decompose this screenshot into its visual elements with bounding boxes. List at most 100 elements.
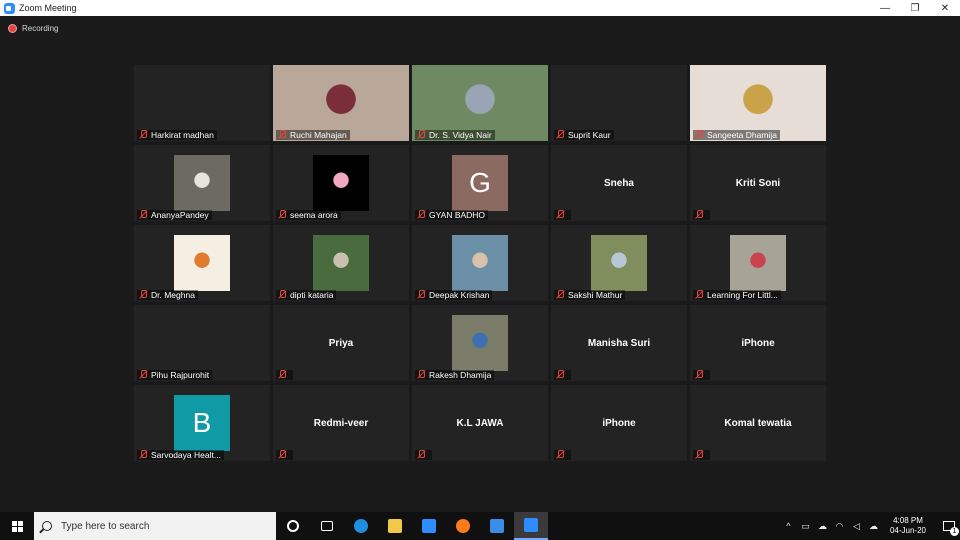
edge-icon [354,519,368,533]
chevron-up-icon[interactable]: ^ [782,512,795,540]
participant-tile[interactable]: seema arora [273,145,409,221]
recording-label: Recording [22,24,59,33]
participant-tile[interactable]: Komal tewatia [690,385,826,461]
notification-center-button[interactable]: 1 [938,512,960,540]
participant-tile[interactable]: iPhone [690,305,826,381]
participant-tile[interactable]: Dr. S. Vidya Nair [412,65,548,141]
muted-mic-icon [277,290,287,300]
muted-mic-icon [277,210,287,220]
participant-name: Suprit Kaur [568,130,611,140]
close-button[interactable]: ✕ [930,0,960,16]
muted-mic-icon [555,130,565,140]
participant-tile[interactable]: Sakshi Mathur [551,225,687,301]
participant-name-label [554,370,571,380]
clock[interactable]: 4:08 PM 04-Jun-20 [890,516,926,536]
participant-tile[interactable]: dipti kataria [273,225,409,301]
participant-display-name: Priya [328,337,354,349]
participant-tile[interactable]: Kriti Soni [690,145,826,221]
participant-name-label [276,450,293,460]
muted-mic-icon [416,130,426,140]
taskbar-app-button[interactable] [276,512,310,540]
taskbar-app-button[interactable] [412,512,446,540]
taskbar-app-button[interactable] [514,512,548,540]
taskbar-app-button[interactable] [446,512,480,540]
participant-name-label: dipti kataria [276,290,337,300]
participant-avatar: B [174,395,230,451]
muted-mic-icon [277,370,287,380]
participant-tile[interactable]: Manisha Suri [551,305,687,381]
muted-mic-icon [555,450,565,460]
taskbar-app-button[interactable] [480,512,514,540]
participant-tile[interactable]: K.L JAWA [412,385,548,461]
search-icon [42,521,52,531]
participant-name-label [554,450,571,460]
minimize-button[interactable]: — [870,0,900,16]
muted-mic-icon [416,370,426,380]
taskbar-app-button[interactable] [310,512,344,540]
taskbar-app-button[interactable] [344,512,378,540]
meeting-stage: Recording Harkirat madhan Ruchi Mahajan Dr… [0,16,960,512]
participant-tile[interactable]: Deepak Krishan [412,225,548,301]
firefox-icon [456,519,470,533]
muted-mic-icon [138,290,148,300]
participant-name-label: Harkirat madhan [137,130,217,140]
participant-tile[interactable]: AnanyaPandey [134,145,270,221]
participant-display-name: Komal tewatia [724,417,792,429]
participant-tile[interactable]: Priya [273,305,409,381]
mail-icon [490,519,504,533]
participant-name: Sarvodaya Healt... [151,450,221,460]
participant-display-name: iPhone [741,337,775,349]
taskbar-app-button[interactable] [378,512,412,540]
cloud-icon[interactable]: ☁ [816,512,829,540]
volume-icon[interactable]: ◁ [850,512,863,540]
participant-profile-photo [452,235,508,291]
battery-icon[interactable]: ▭ [799,512,812,540]
recording-indicator[interactable]: Recording [8,24,58,33]
participant-name-label: Deepak Krishan [415,290,493,300]
restore-button[interactable]: ❐ [900,0,930,16]
participant-display-name: K.L JAWA [456,417,504,429]
participant-tile[interactable]: Redmi-veer [273,385,409,461]
participant-tile[interactable]: Learning For Littl... [690,225,826,301]
participant-tile[interactable]: G GYAN BADHO [412,145,548,221]
participant-name: dipti kataria [290,290,334,300]
system-tray: ^ ▭ ☁ ◠ ◁ ☁ 4:08 PM 04-Jun-20 1 [780,512,960,540]
window-title: Zoom Meeting [19,3,77,13]
wifi-icon[interactable]: ◠ [833,512,846,540]
taskbar-apps [276,512,548,540]
search-placeholder: Type here to search [61,520,150,532]
muted-mic-icon [416,210,426,220]
taskbar-search-box[interactable]: Type here to search [34,512,276,540]
participant-name-label: Pihu Rajpurohit [137,370,213,380]
participant-tile[interactable]: Suprit Kaur [551,65,687,141]
participant-profile-photo [313,155,369,211]
participant-tile[interactable]: Pihu Rajpurohit [134,305,270,381]
participant-name: seema arora [290,210,338,220]
muted-mic-icon [138,370,148,380]
participant-tile[interactable]: iPhone [551,385,687,461]
title-bar: Zoom Meeting — ❐ ✕ [0,0,960,16]
start-button[interactable] [0,512,34,540]
participant-tile[interactable]: Rakesh Dhamija [412,305,548,381]
participant-name: Dr. Meghna [151,290,195,300]
windows-taskbar: Type here to search ^ ▭ ☁ ◠ ◁ ☁ 4:08 PM … [0,512,960,540]
participant-tile[interactable]: Ruchi Mahajan [273,65,409,141]
participant-profile-photo [591,235,647,291]
participant-name-label: Sangeeta Dhamija [693,130,780,140]
participant-name-label [554,210,571,220]
participant-tile[interactable]: Sangeeta Dhamija [690,65,826,141]
participant-profile-photo [452,315,508,371]
participant-tile[interactable]: Harkirat madhan [134,65,270,141]
participant-tile[interactable]: B Sarvodaya Healt... [134,385,270,461]
participant-name: Sangeeta Dhamija [707,130,777,140]
participant-tile[interactable]: Dr. Meghna [134,225,270,301]
participant-name-label [693,450,710,460]
onedrive-icon[interactable]: ☁ [867,512,880,540]
participant-tile[interactable]: Sneha [551,145,687,221]
participant-name: Sakshi Mathur [568,290,623,300]
participant-name: GYAN BADHO [429,210,486,220]
participant-name-label: Rakesh Dhamija [415,370,495,380]
task-view-icon [321,521,333,531]
participant-display-name: iPhone [602,417,636,429]
muted-mic-icon [694,210,704,220]
